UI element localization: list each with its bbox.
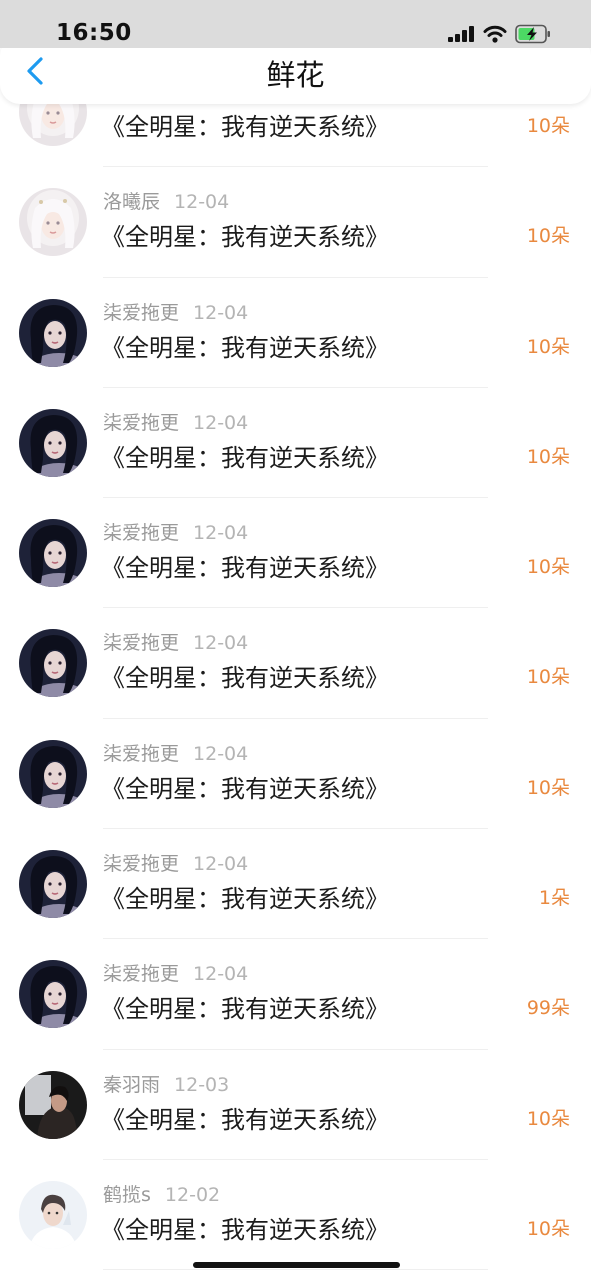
avatar[interactable]	[19, 960, 87, 1029]
flower-count: 10朵	[526, 556, 570, 579]
flower-count: 10朵	[526, 445, 570, 468]
avatar[interactable]	[19, 188, 87, 257]
avatar[interactable]	[19, 519, 87, 588]
flower-list[interactable]: 《全明星：我有逆天系统》 10朵 洛曦辰 12-04 《全明星：我有逆天系统》 10朵 柒爱…	[0, 57, 591, 1271]
list-item[interactable]: 鹤揽s 12-02 《全明星：我有逆天系统》 10朵	[0, 1160, 591, 1271]
sent-date: 12-04	[193, 742, 249, 765]
book-title: 《全明星：我有逆天系统》	[101, 664, 389, 693]
sent-date: 12-04	[193, 411, 249, 434]
list-item[interactable]: 柒爱拖更 12-04 《全明星：我有逆天系统》 10朵	[0, 719, 591, 830]
sender-name: 柒爱拖更	[103, 301, 180, 324]
book-title: 《全明星：我有逆天系统》	[101, 333, 389, 362]
sender-meta: 柒爱拖更 12-04	[103, 628, 248, 655]
sent-date: 12-04	[193, 522, 249, 545]
sent-date: 12-04	[174, 191, 230, 214]
sender-name: 鹤揽s	[103, 1183, 151, 1206]
book-title: 《全明星：我有逆天系统》	[101, 113, 389, 141]
flower-count: 10朵	[526, 225, 570, 248]
sender-meta: 洛曦辰 12-04	[103, 187, 229, 214]
book-title: 《全明星：我有逆天系统》	[101, 443, 389, 472]
list-item[interactable]: 洛曦辰 12-04 《全明星：我有逆天系统》 10朵	[0, 167, 591, 278]
list-item[interactable]: 柒爱拖更 12-04 《全明星：我有逆天系统》 10朵	[0, 498, 591, 609]
avatar[interactable]	[19, 298, 87, 367]
sender-name: 柒爱拖更	[103, 411, 180, 434]
list-item[interactable]: 柒爱拖更 12-04 《全明星：我有逆天系统》 10朵	[0, 278, 591, 389]
avatar[interactable]	[19, 408, 87, 477]
sender-name: 柒爱拖更	[103, 963, 180, 986]
sender-meta: 柒爱拖更 12-04	[103, 298, 248, 325]
flower-count: 10朵	[526, 776, 570, 799]
wifi-icon	[483, 25, 507, 43]
flower-count: 10朵	[526, 1107, 570, 1130]
list-item[interactable]: 秦羽雨 12-03 《全明星：我有逆天系统》 10朵	[0, 1050, 591, 1161]
sender-name: 秦羽雨	[103, 1073, 161, 1096]
sender-name: 柒爱拖更	[103, 522, 180, 545]
flower-count: 10朵	[526, 115, 570, 137]
sender-meta: 鹤揽s 12-02	[103, 1180, 220, 1207]
sender-meta: 柒爱拖更 12-04	[103, 849, 248, 876]
sent-date: 12-03	[174, 1073, 230, 1096]
sender-meta: 柒爱拖更 12-04	[103, 959, 248, 986]
list-item[interactable]: 柒爱拖更 12-04 《全明星：我有逆天系统》 10朵	[0, 388, 591, 499]
list-item[interactable]: 柒爱拖更 12-04 《全明星：我有逆天系统》 99朵	[0, 939, 591, 1050]
avatar[interactable]	[19, 629, 87, 698]
list-item[interactable]: 柒爱拖更 12-04 《全明星：我有逆天系统》 1朵	[0, 829, 591, 940]
page-title: 鲜花	[266, 58, 325, 92]
sender-name: 柒爱拖更	[103, 742, 180, 765]
avatar[interactable]	[19, 1180, 87, 1249]
signal-icon	[448, 26, 474, 42]
sender-meta: 柒爱拖更 12-04	[103, 518, 248, 545]
flower-count: 10朵	[526, 1217, 570, 1240]
flower-count: 10朵	[526, 335, 570, 358]
list-item[interactable]: 柒爱拖更 12-04 《全明星：我有逆天系统》 10朵	[0, 608, 591, 720]
sent-date: 12-04	[193, 853, 249, 876]
sender-meta: 秦羽雨 12-03	[103, 1070, 229, 1097]
avatar[interactable]	[19, 850, 87, 919]
book-title: 《全明星：我有逆天系统》	[101, 774, 389, 803]
flower-count: 1朵	[538, 887, 570, 910]
avatar[interactable]	[19, 739, 87, 808]
battery-icon	[515, 24, 550, 44]
flower-count: 10朵	[526, 666, 570, 689]
book-title: 《全明星：我有逆天系统》	[101, 554, 389, 583]
status-time: 16:50	[56, 20, 132, 46]
status-bar: 16:50	[0, 0, 591, 48]
book-title: 《全明星：我有逆天系统》	[101, 223, 389, 252]
sender-name: 柒爱拖更	[103, 853, 180, 876]
sent-date: 12-04	[193, 632, 249, 655]
book-title: 《全明星：我有逆天系统》	[101, 1215, 389, 1244]
avatar[interactable]	[19, 1070, 87, 1139]
book-title: 《全明星：我有逆天系统》	[101, 1105, 389, 1134]
sender-meta: 柒爱拖更 12-04	[103, 408, 248, 435]
status-icons	[448, 22, 551, 46]
sender-meta: 柒爱拖更 12-04	[103, 739, 248, 766]
sent-date: 12-02	[164, 1183, 221, 1206]
flower-count: 99朵	[526, 997, 570, 1020]
sent-date: 12-04	[193, 963, 249, 986]
book-title: 《全明星：我有逆天系统》	[101, 885, 389, 914]
sender-name: 柒爱拖更	[103, 632, 180, 655]
sent-date: 12-04	[193, 301, 249, 324]
book-title: 《全明星：我有逆天系统》	[101, 995, 389, 1024]
home-indicator	[193, 1262, 400, 1268]
sender-name: 洛曦辰	[103, 191, 161, 214]
